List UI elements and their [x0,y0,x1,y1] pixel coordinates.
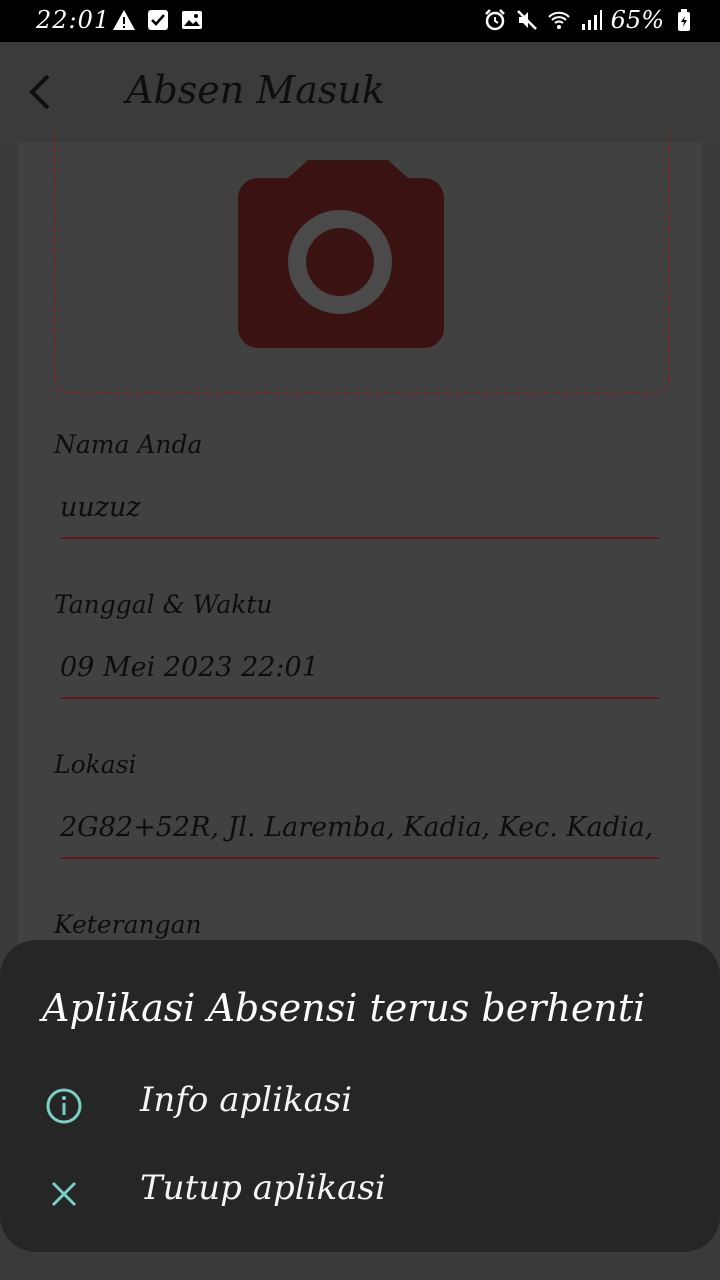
camera-icon[interactable] [238,158,446,348]
dialog-title: Aplikasi Absensi terus berhenti [42,986,646,1030]
signal-icon [579,8,603,32]
info-icon [44,1086,84,1126]
location-label: Lokasi [54,750,137,779]
name-underline [60,537,660,539]
chevron-left-icon [29,74,50,110]
datetime-underline [60,697,660,699]
alarm-icon [483,8,507,32]
battery-icon [672,8,696,32]
close-app-button[interactable]: Tutup aplikasi [0,1154,720,1234]
crash-dialog: Aplikasi Absensi terus berhenti Info apl… [0,940,720,1252]
wifi-icon [547,8,571,32]
notes-label: Keterangan [54,910,202,939]
status-time: 22:01 [36,6,111,34]
location-field[interactable]: 2G82+52R, Jl. Laremba, Kadia, Kec. Kadia… [60,812,660,843]
image-icon [180,8,204,32]
datetime-label: Tanggal & Waktu [54,590,273,619]
mute-icon [515,8,539,32]
name-label: Nama Anda [54,430,203,459]
app-bar: Absen Masuk [0,42,720,142]
name-field[interactable]: uuzuz [60,492,660,523]
back-button[interactable] [20,70,64,114]
page-title: Absen Masuk [126,68,385,112]
status-bar: 22:01 65% [0,0,720,42]
app-info-button[interactable]: Info aplikasi [0,1066,720,1146]
location-underline [60,857,660,859]
close-icon [44,1174,84,1214]
close-app-label: Tutup aplikasi [140,1168,386,1208]
checkbox-icon [146,8,170,32]
datetime-field[interactable]: 09 Mei 2023 22:01 [60,652,660,683]
warning-icon [112,8,136,32]
app-info-label: Info aplikasi [140,1080,353,1120]
battery-percent: 65% [610,6,664,34]
